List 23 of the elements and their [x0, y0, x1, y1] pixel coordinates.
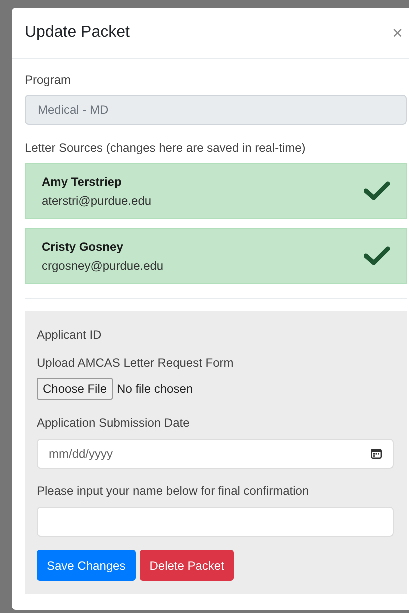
name-input[interactable] [37, 507, 394, 537]
date-field[interactable]: mm/dd/yyyy [37, 439, 394, 469]
field-label: Applicant ID [37, 328, 103, 342]
calendar-icon [371, 449, 382, 459]
source-name: Amy Terstriep [42, 174, 123, 188]
check-icon [364, 181, 390, 201]
field-label: Please input your name below for final confirmation [37, 484, 310, 498]
file-status: No file chosen [117, 382, 194, 396]
field-label: Application Submission Date [37, 416, 191, 430]
delete-button[interactable]: Delete Packet [140, 550, 234, 581]
source-name: Cristy Gosney [42, 240, 124, 254]
letter-source-card[interactable]: Cristy Gosney crgosney@purdue.edu [25, 228, 407, 284]
check-icon [364, 246, 390, 266]
close-button[interactable]: × [388, 22, 407, 44]
letter-source-card[interactable]: Amy Terstriep aterstri@purdue.edu [25, 163, 407, 219]
modal-title: Update Packet [25, 24, 130, 42]
field-label: Upload AMCAS Letter Request Form [37, 356, 235, 370]
field-label: Program [25, 73, 72, 87]
choose-file-button[interactable]: Choose File [37, 378, 114, 400]
source-email: crgosney@purdue.edu [42, 258, 164, 272]
save-button[interactable]: Save Changes [37, 550, 136, 581]
section-label: Letter Sources (changes here are saved in real-time) [25, 141, 307, 155]
source-email: aterstri@purdue.edu [42, 194, 152, 208]
